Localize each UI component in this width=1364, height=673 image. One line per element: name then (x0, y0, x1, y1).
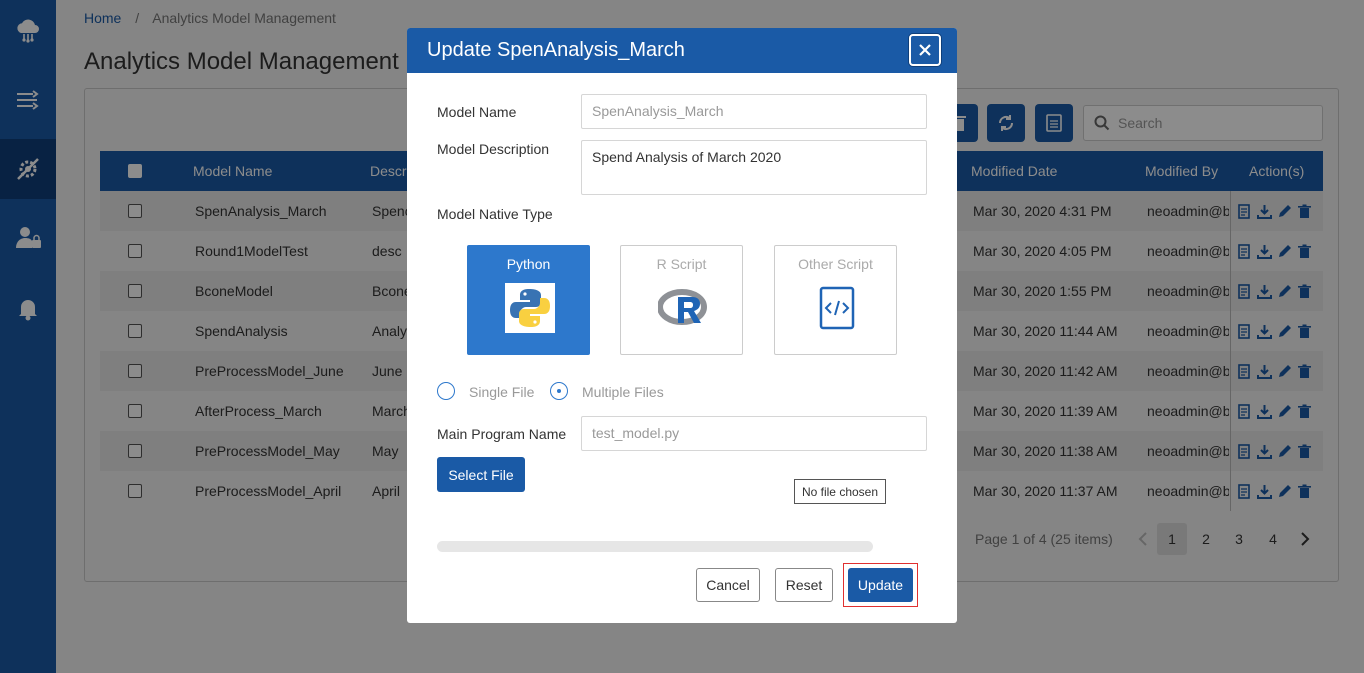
native-type-label: Model Native Type (437, 206, 553, 222)
type-card-other-script[interactable]: Other Script (774, 245, 897, 355)
type-label-r-script: R Script (656, 256, 707, 272)
multiple-files-radio[interactable] (550, 382, 568, 400)
single-file-label: Single File (469, 384, 535, 400)
close-icon (919, 44, 931, 56)
close-button[interactable] (909, 34, 941, 66)
type-label-other-script: Other Script (798, 256, 873, 272)
dialog-title: Update SpenAnalysis_March (427, 39, 685, 61)
type-label-python: Python (506, 256, 551, 272)
multiple-files-label: Multiple Files (582, 384, 664, 400)
update-model-dialog: Update SpenAnalysis_March Model Name Spe… (407, 28, 957, 623)
single-file-radio[interactable] (437, 382, 455, 400)
reset-button[interactable]: Reset (775, 568, 833, 602)
model-name-label: Model Name (437, 104, 517, 120)
main-program-field: test_model.py (581, 416, 927, 451)
model-description-label: Model Description (437, 141, 550, 157)
type-card-r-script[interactable]: R Script (620, 245, 743, 355)
upload-progress-bar (437, 541, 873, 552)
r-logo-icon (658, 289, 707, 325)
select-file-button[interactable]: Select File (437, 457, 525, 492)
code-file-icon (819, 286, 855, 330)
model-name-field: SpenAnalysis_March (581, 94, 927, 129)
update-button[interactable]: Update (848, 568, 913, 602)
dialog-header: Update SpenAnalysis_March (407, 28, 957, 73)
model-description-field[interactable]: Spend Analysis of March 2020 (581, 140, 927, 195)
main-program-label: Main Program Name (437, 426, 567, 442)
no-file-chosen-tooltip: No file chosen (794, 479, 886, 504)
type-card-python[interactable]: Python (467, 245, 590, 355)
cancel-button[interactable]: Cancel (696, 568, 760, 602)
python-logo-icon (505, 283, 555, 333)
